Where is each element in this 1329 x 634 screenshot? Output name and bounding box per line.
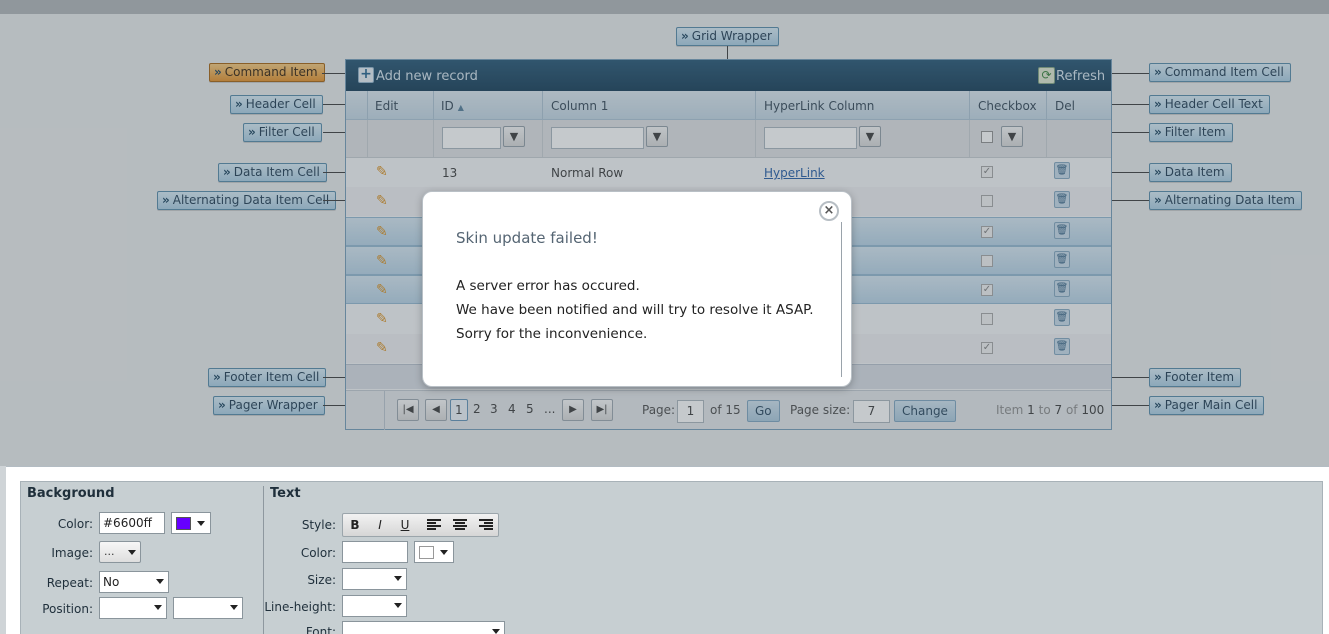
underline-button[interactable]: U [395, 516, 415, 534]
bg-position-x-select[interactable] [99, 597, 167, 619]
align-left-icon[interactable] [427, 519, 441, 530]
style-editor-panel: Background Color: #6600ff Image: ... Rep… [6, 466, 1329, 634]
text-color-label: Color: [300, 546, 336, 560]
font-select[interactable] [342, 621, 505, 634]
dialog-scrollbar[interactable] [841, 222, 842, 377]
bg-color-picker[interactable] [171, 512, 211, 534]
font-label: Font: [305, 625, 336, 634]
bold-button[interactable]: B [345, 516, 365, 534]
bg-color-input[interactable]: #6600ff [99, 512, 165, 534]
text-style-toolbar: B I U [342, 513, 499, 537]
color-swatch [419, 546, 434, 559]
error-dialog: × Skin update failed! A server error has… [422, 191, 852, 387]
style-editor-inner: Background Color: #6600ff Image: ... Rep… [20, 481, 1323, 634]
dialog-message-line: We have been notified and will try to re… [456, 302, 814, 318]
color-swatch [176, 517, 191, 530]
bg-image-button[interactable]: ... [99, 541, 141, 563]
chevron-down-icon [440, 550, 448, 555]
dialog-message-line: A server error has occured. [456, 278, 640, 294]
chevron-down-icon [394, 603, 402, 608]
chevron-down-icon [197, 521, 205, 526]
chevron-down-icon [154, 605, 162, 610]
bg-image-label: Image: [51, 546, 93, 560]
bg-position-y-select[interactable] [173, 597, 243, 619]
bg-position-label: Position: [42, 602, 93, 616]
italic-button[interactable]: I [370, 516, 390, 534]
text-color-input[interactable] [342, 541, 408, 563]
chevron-down-icon [230, 605, 238, 610]
close-icon[interactable]: × [819, 201, 839, 221]
dialog-message-line: Sorry for the inconvenience. [456, 326, 648, 342]
text-section-title: Text [270, 486, 301, 501]
bg-image-button-label: ... [104, 545, 115, 558]
align-center-icon[interactable] [453, 519, 467, 530]
dialog-title: Skin update failed! [456, 229, 598, 247]
bg-repeat-value: No [103, 575, 120, 589]
line-height-select[interactable] [342, 595, 407, 617]
bg-color-label: Color: [57, 517, 93, 531]
chevron-down-icon [156, 579, 164, 584]
text-size-select[interactable] [342, 568, 407, 590]
text-color-picker[interactable] [414, 541, 454, 563]
bg-repeat-label: Repeat: [46, 576, 93, 590]
line-height-label: Line-height: [264, 600, 336, 614]
chevron-down-icon [492, 629, 500, 634]
text-size-label: Size: [307, 573, 336, 587]
bg-repeat-select[interactable]: No [99, 571, 169, 593]
background-section-title: Background [27, 486, 115, 501]
chevron-down-icon [394, 576, 402, 581]
align-right-icon[interactable] [479, 519, 493, 530]
chevron-down-icon [128, 550, 136, 555]
text-style-label: Style: [301, 518, 336, 532]
